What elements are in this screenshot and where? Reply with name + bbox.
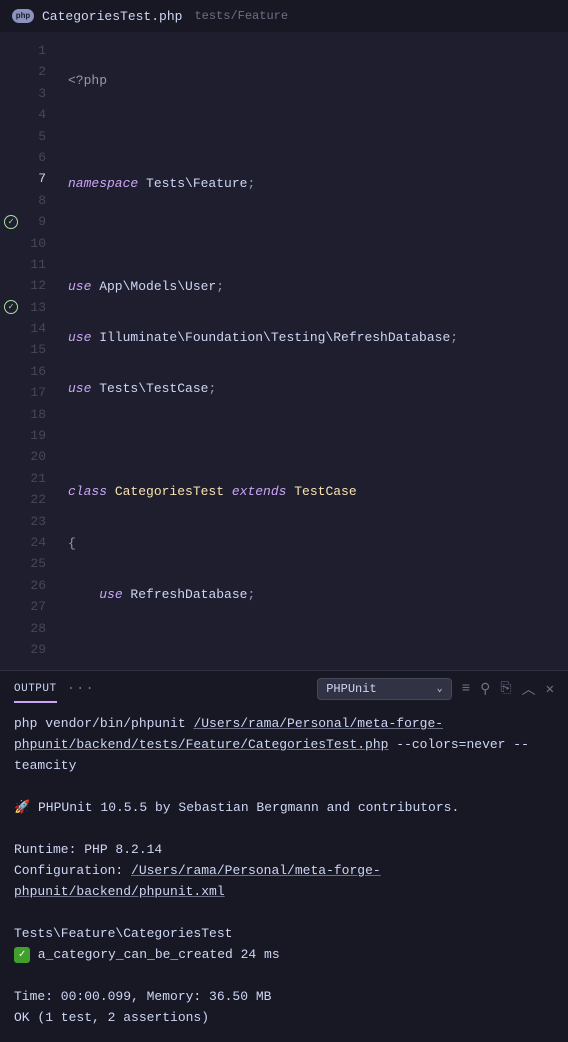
line-number: 6	[22, 147, 56, 168]
test-class-line: Tests\Feature\CategoriesTest	[14, 923, 554, 944]
line-number: 21	[22, 468, 56, 489]
line-number: 8	[22, 190, 56, 211]
gutter-row	[0, 339, 22, 360]
cmd-line: php vendor/bin/phpunit /Users/rama/Perso…	[14, 713, 554, 776]
code-area[interactable]: <?php namespace Tests\Feature; use App\M…	[56, 32, 568, 670]
gutter-row	[0, 618, 22, 639]
pass-check-icon: ✓	[14, 947, 30, 963]
line-numbers: 1234567891011121314151617181920212223242…	[22, 32, 56, 670]
gutter-row	[0, 596, 22, 617]
panel-header: OUTPUT ··· PHPUnit ⌄ ≡ ⚲ ⎘ ︿ ✕	[0, 671, 568, 707]
output-panel: OUTPUT ··· PHPUnit ⌄ ≡ ⚲ ⎘ ︿ ✕ php vendo…	[0, 670, 568, 1042]
class-name: CategoriesTest	[107, 484, 232, 499]
gutter-row	[0, 575, 22, 596]
gutter-row	[0, 639, 22, 660]
tab-path: tests/Feature	[194, 9, 288, 23]
gutter-row	[0, 318, 22, 339]
more-tabs-icon[interactable]: ···	[67, 681, 95, 697]
line-number: 22	[22, 489, 56, 510]
gutter-row	[0, 254, 22, 275]
gutter-row	[0, 382, 22, 403]
gutter-row	[0, 489, 22, 510]
namespace-kw: namespace	[68, 176, 138, 191]
gutter-row	[0, 190, 22, 211]
runtime-line: Runtime: PHP 8.2.14	[14, 839, 554, 860]
time-line: Time: 00:00.099, Memory: 36.50 MB	[14, 986, 554, 1007]
gutter-row	[0, 425, 22, 446]
gutter-row	[0, 553, 22, 574]
panel-body[interactable]: php vendor/bin/phpunit /Users/rama/Perso…	[0, 707, 568, 1042]
line-number: 20	[22, 446, 56, 467]
line-number: 1	[22, 40, 56, 61]
line-number: 28	[22, 618, 56, 639]
line-number: 16	[22, 361, 56, 382]
clear-icon[interactable]: ⎘	[500, 681, 511, 697]
phpunit-version: 🚀 PHPUnit 10.5.5 by Sebastian Bergmann a…	[14, 797, 554, 818]
line-number: 4	[22, 104, 56, 125]
output-tab[interactable]: OUTPUT	[14, 683, 57, 703]
line-number: 15	[22, 339, 56, 360]
dropdown-value: PHPUnit	[326, 682, 376, 696]
line-number: 19	[22, 425, 56, 446]
line-number: 2	[22, 61, 56, 82]
lock-icon[interactable]: ⚲	[480, 681, 490, 698]
code-editor[interactable]: ✓✓ 1234567891011121314151617181920212223…	[0, 32, 568, 670]
namespace-val: Tests\Feature	[138, 176, 247, 191]
gutter-row	[0, 168, 22, 189]
gutter-row	[0, 511, 22, 532]
output-channel-dropdown[interactable]: PHPUnit ⌄	[317, 678, 451, 700]
line-number: 11	[22, 254, 56, 275]
test-pass-icon[interactable]: ✓	[4, 300, 18, 314]
gutter-row: ✓	[0, 297, 22, 318]
gutter-marks: ✓✓	[0, 32, 22, 670]
line-number: 29	[22, 639, 56, 660]
test-pass-icon[interactable]: ✓	[4, 215, 18, 229]
line-number: 10	[22, 233, 56, 254]
line-number: 3	[22, 83, 56, 104]
line-number: 13	[22, 297, 56, 318]
line-number: 27	[22, 596, 56, 617]
gutter-row	[0, 446, 22, 467]
gutter-row	[0, 126, 22, 147]
line-number: 7	[22, 168, 56, 189]
gutter-row	[0, 61, 22, 82]
test-result-line: ✓ a_category_can_be_created 24 ms	[14, 944, 554, 965]
config-line: Configuration: /Users/rama/Personal/meta…	[14, 860, 554, 902]
line-number: 9	[22, 211, 56, 232]
gutter-row: ✓	[0, 211, 22, 232]
gutter-row	[0, 361, 22, 382]
ok-line: OK (1 test, 2 assertions)	[14, 1007, 554, 1028]
gutter-row	[0, 468, 22, 489]
line-number: 25	[22, 553, 56, 574]
line-number: 23	[22, 511, 56, 532]
php-open-tag: <?php	[68, 73, 107, 88]
gutter-row	[0, 147, 22, 168]
chevron-down-icon: ⌄	[437, 683, 443, 695]
filter-icon[interactable]: ≡	[462, 681, 470, 697]
chevron-up-icon[interactable]: ︿	[522, 679, 536, 699]
line-number: 24	[22, 532, 56, 553]
line-number: 26	[22, 575, 56, 596]
gutter-row	[0, 83, 22, 104]
tab-bar: php CategoriesTest.php tests/Feature	[0, 0, 568, 32]
php-file-icon: php	[12, 9, 34, 23]
gutter-row	[0, 40, 22, 61]
gutter-row	[0, 104, 22, 125]
gutter-row	[0, 532, 22, 553]
line-number: 12	[22, 275, 56, 296]
line-number: 17	[22, 382, 56, 403]
gutter-row	[0, 275, 22, 296]
rocket-icon: 🚀	[14, 800, 30, 815]
close-icon[interactable]: ✕	[546, 681, 554, 698]
gutter-row	[0, 233, 22, 254]
tab-filename[interactable]: CategoriesTest.php	[42, 9, 182, 24]
line-number: 18	[22, 404, 56, 425]
line-number: 5	[22, 126, 56, 147]
line-number: 14	[22, 318, 56, 339]
gutter-row	[0, 404, 22, 425]
